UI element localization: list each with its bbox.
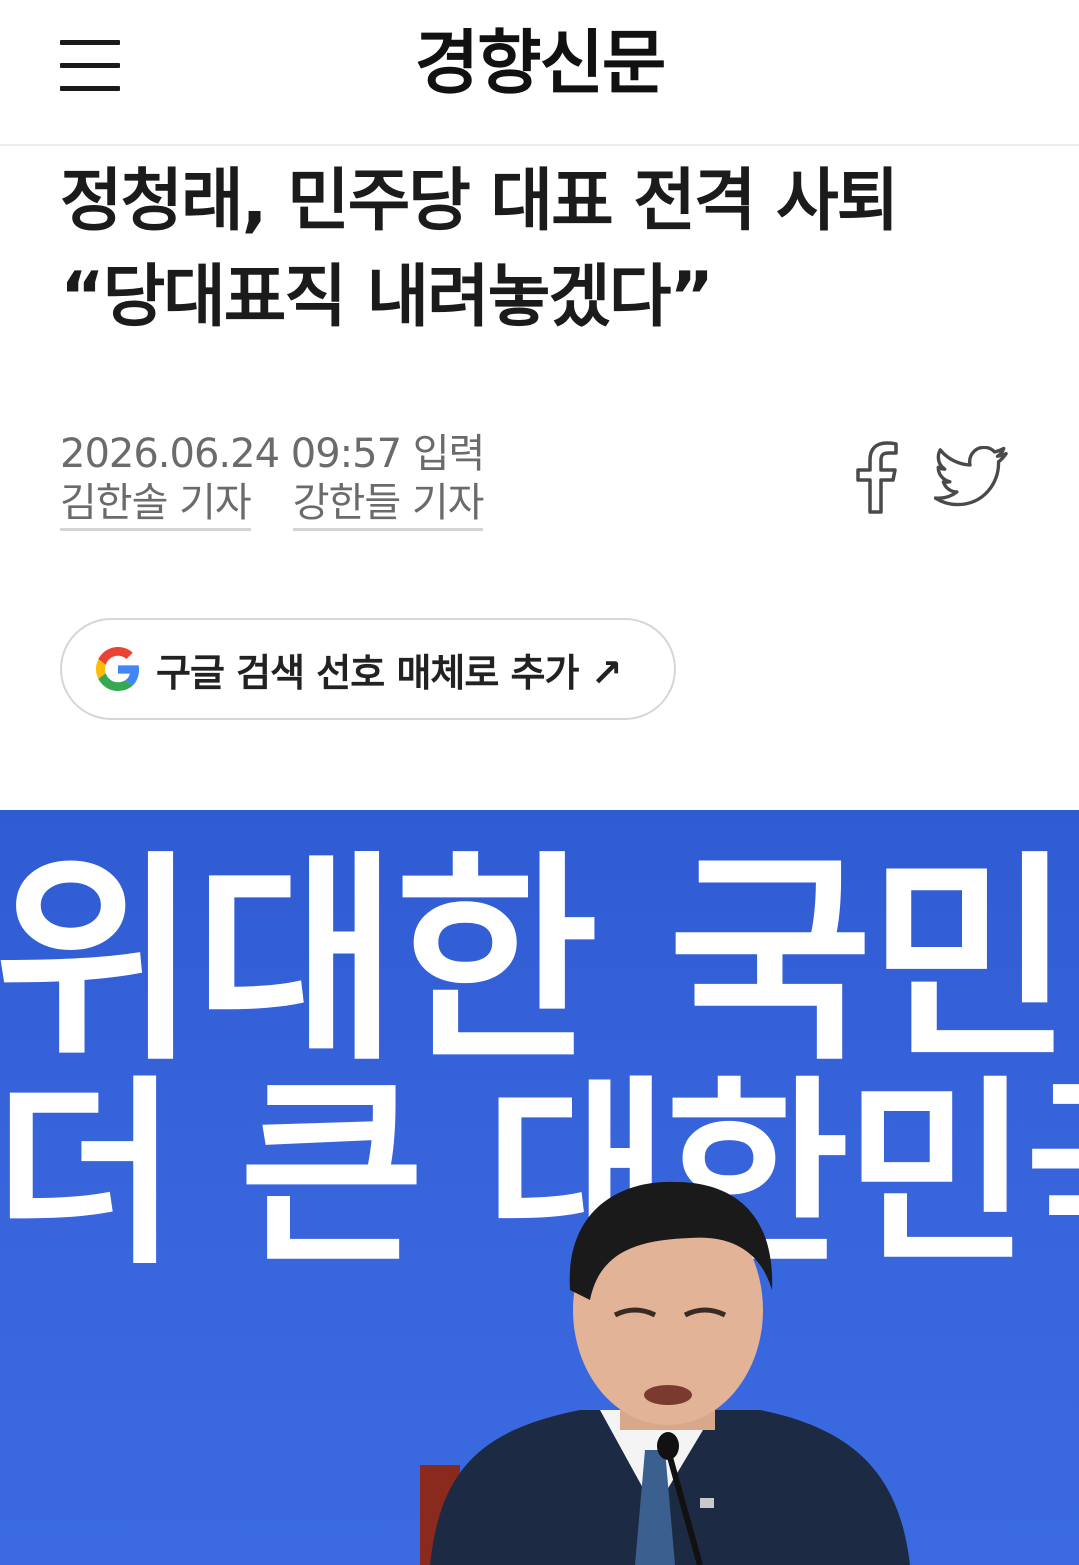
headline-line-1: 정청래, 민주당 대표 전격 사퇴 xyxy=(60,162,899,241)
author-list: 김한솔 기자 강한들 기자 xyxy=(60,480,484,531)
facebook-icon[interactable] xyxy=(852,440,902,514)
google-g-icon xyxy=(96,647,140,691)
publish-timestamp: 2026.06.24 09:57 입력 xyxy=(60,431,485,477)
article-photo: 위대한 국민 더 큰 대한민국 xyxy=(0,810,1079,1565)
author-link[interactable]: 강한들 기자 xyxy=(292,480,484,531)
site-logo[interactable]: 경향신문 xyxy=(0,18,1079,108)
article-meta: 2026.06.24 09:57 입력 김한솔 기자 강한들 기자 xyxy=(60,428,485,531)
google-button-label: 구글 검색 선호 매체로 추가 ↗ xyxy=(156,650,623,695)
twitter-icon[interactable] xyxy=(933,445,1010,508)
headline-line-2: “당대표직 내려놓겠다” xyxy=(60,258,714,337)
author-link[interactable]: 김한솔 기자 xyxy=(60,480,252,531)
add-google-preferred-source-button[interactable]: 구글 검색 선호 매체로 추가 ↗ xyxy=(60,618,676,720)
article-headline: 정청래, 민주당 대표 전격 사퇴 “당대표직 내려놓겠다” xyxy=(60,154,1020,346)
site-header: 경향신문 xyxy=(0,0,1079,146)
speaker-figure xyxy=(420,1181,910,1565)
